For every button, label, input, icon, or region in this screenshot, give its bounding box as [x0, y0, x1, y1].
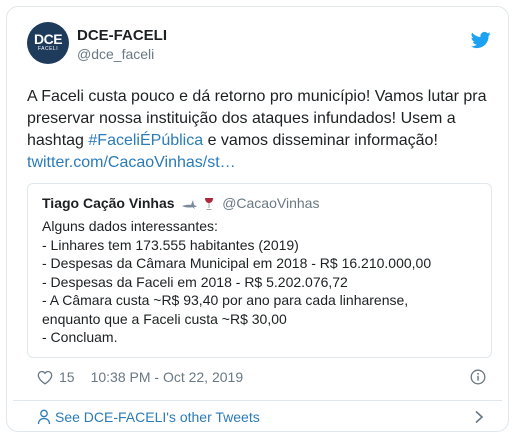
- quoted-line: - Despesas da Câmara Municipal em 2018 -…: [42, 255, 432, 271]
- divider: [13, 400, 502, 401]
- tweet-header: DCE FACELI DCE-FACELI @dce_faceli: [27, 21, 494, 67]
- avatar-logo-text: DCE: [33, 31, 63, 47]
- tweet-url-link[interactable]: twitter.com/CacaoVinhas/st…: [27, 154, 236, 171]
- quoted-line: - Despesas da Faceli em 2018 - R$ 5.202.…: [42, 273, 348, 290]
- shark-icon: [182, 200, 198, 210]
- quoted-author-name: Tiago Cação Vinhas: [42, 195, 175, 211]
- tweet-text: A Faceli custa pouco e dá retorno pro mu…: [27, 86, 497, 174]
- avatar-logo-subtext: FACELI: [37, 46, 59, 52]
- twitter-bird-icon[interactable]: [470, 30, 492, 50]
- person-icon: [37, 409, 51, 425]
- chevron-right-icon[interactable]: [474, 410, 484, 424]
- tweet-timestamp[interactable]: 10:38 PM - Oct 22, 2019: [91, 368, 244, 386]
- heart-icon[interactable]: [37, 370, 53, 385]
- quoted-line: enquanto que a Faceli custa ~R$ 30,00: [42, 310, 287, 327]
- like-count[interactable]: 15: [59, 368, 75, 386]
- author-names: DCE-FACELI @dce_faceli: [77, 26, 167, 63]
- info-icon[interactable]: [470, 369, 486, 385]
- quoted-tweet-header: Tiago Cação Vinhas @CacaoVinhas: [42, 194, 319, 212]
- author-handle[interactable]: @dce_faceli: [77, 45, 167, 63]
- quoted-line: - Concluam.: [42, 329, 118, 345]
- author-display-name[interactable]: DCE-FACELI: [77, 26, 167, 45]
- hashtag-link[interactable]: #FaceliÉPública: [88, 132, 203, 149]
- avatar[interactable]: DCE FACELI: [27, 22, 69, 64]
- quoted-author-handle: @CacaoVinhas: [222, 195, 320, 211]
- tweet-card: DCE FACELI DCE-FACELI @dce_faceli A Face…: [6, 6, 509, 432]
- tweet-text-part2: e vamos disseminar informação!: [203, 132, 438, 149]
- tweet-meta: 15 10:38 PM - Oct 22, 2019: [37, 368, 243, 386]
- other-tweets-label: See DCE-FACELI's other Tweets: [55, 409, 260, 425]
- other-tweets-link[interactable]: See DCE-FACELI's other Tweets: [37, 408, 260, 426]
- quoted-tweet-text: Alguns dados interessantes: - Linhares t…: [42, 217, 482, 347]
- quoted-line: - A Câmara custa ~R$ 93,40 por ano para …: [42, 292, 409, 308]
- wine-glass-icon: [205, 198, 214, 211]
- quoted-line: - Linhares tem 173.555 habitantes (2019): [42, 236, 299, 253]
- quoted-tweet[interactable]: Tiago Cação Vinhas @CacaoVinhas Alguns d…: [27, 183, 492, 358]
- quoted-line: Alguns dados interessantes:: [42, 218, 218, 234]
